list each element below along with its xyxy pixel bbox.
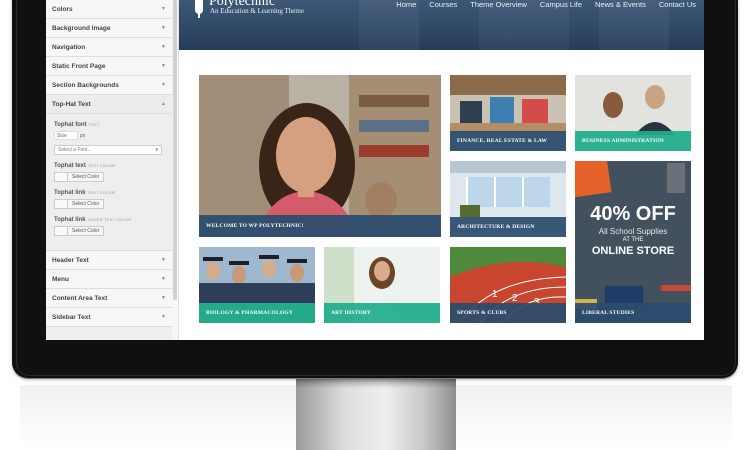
welcome-photo <box>199 75 441 237</box>
section-label: Header Text <box>52 256 89 264</box>
tile-liberal-studies[interactable]: 40% OFF All School Supplies AT THE ONLIN… <box>575 161 691 323</box>
tophat-text-color-picker[interactable]: Select Color <box>54 172 164 182</box>
font-select[interactable]: Select a Font... ▾ <box>54 145 162 155</box>
nav-item-courses[interactable]: Courses <box>429 0 457 9</box>
nav-item-contact-us[interactable]: Contact Us <box>659 0 696 9</box>
promo-line2: All School Supplies <box>598 227 668 236</box>
section-label: Static Front Page <box>52 62 106 70</box>
chevron-up-icon: ▲ <box>161 101 166 107</box>
nav-item-campus-life[interactable]: Campus Life <box>540 0 582 9</box>
section-static-front-page[interactable]: Static Front Page ▼ <box>46 57 172 76</box>
chevron-down-icon: ▼ <box>161 25 166 31</box>
site-tagline: An Education & Learning Theme <box>210 7 304 15</box>
panel-scrollbar[interactable] <box>172 0 179 340</box>
option-title: Tophat link <box>54 217 86 223</box>
main-nav: Home Courses Theme Overview Campus Life … <box>383 0 696 9</box>
section-navigation[interactable]: Navigation ▼ <box>46 38 172 57</box>
promo-line4: ONLINE STORE <box>591 245 675 257</box>
section-colors[interactable]: Colors ▼ <box>46 0 172 19</box>
stand-shadow <box>296 378 456 388</box>
logo-icon-stem <box>198 12 200 18</box>
select-color-button[interactable]: Select Color <box>67 172 105 182</box>
color-swatch[interactable] <box>54 226 67 236</box>
option-tag: TEXT COLOR <box>87 163 116 168</box>
tophat-link-color-picker[interactable]: Select Color <box>54 199 164 209</box>
unit-label: px <box>80 132 86 139</box>
tile-caption: BUSINESS ADMINISTRATION <box>575 131 691 151</box>
monitor-stand <box>296 378 456 450</box>
scrollbar-thumb[interactable] <box>173 0 177 300</box>
top-hat-options: Tophat font TEXT Size px Select a Font...… <box>46 114 172 251</box>
tile-caption: LIBERAL STUDIES <box>575 303 691 323</box>
tile-caption: WELCOME TO WP POLYTECHNIC! <box>199 215 441 237</box>
tile-sports[interactable]: 1 2 3 SPORTS & CLUBS <box>450 247 566 323</box>
option-title: Tophat font <box>54 122 87 128</box>
promo-discount: 40% OFF <box>590 203 676 225</box>
section-label: Content Area Text <box>52 294 108 302</box>
section-label: Navigation <box>52 43 86 51</box>
svg-text:1: 1 <box>492 289 498 300</box>
site-preview: Polytechnic An Education & Learning Them… <box>179 0 704 340</box>
chevron-down-icon: ▼ <box>161 257 166 263</box>
tile-welcome[interactable]: WELCOME TO WP POLYTECHNIC! <box>199 75 441 237</box>
monitor-screen: Colors ▼ Background Image ▼ Navigation ▼ St… <box>46 0 704 340</box>
tile-art-history[interactable]: ART HISTORY <box>324 247 440 323</box>
option-tag: TEXT COLOR <box>87 190 116 195</box>
tile-caption: ARCHITECTURE & DESIGN <box>450 217 566 237</box>
chevron-down-icon: ▼ <box>161 295 166 301</box>
section-label: Menu <box>52 275 69 283</box>
nav-item-home[interactable]: Home <box>396 0 416 9</box>
section-label: Section Backgrounds <box>52 81 119 89</box>
section-label: Colors <box>52 5 73 13</box>
tophat-text-color-label: Tophat text TEXT COLOR <box>54 163 164 169</box>
option-title: Tophat text <box>54 163 86 169</box>
chevron-down-icon: ▼ <box>161 63 166 69</box>
tile-business[interactable]: BUSINESS ADMINISTRATION <box>575 75 691 151</box>
tophat-link-hover-color-label: Tophat link HOVER TEXT COLOR <box>54 217 164 223</box>
chevron-down-icon: ▼ <box>161 6 166 12</box>
chevron-down-icon: ▼ <box>161 314 166 320</box>
tile-caption: ART HISTORY <box>324 303 440 323</box>
chevron-down-icon: ▼ <box>161 276 166 282</box>
nav-item-theme-overview[interactable]: Theme Overview <box>470 0 527 9</box>
tile-biology[interactable]: BIOLOGY & PHARMACOLOGY <box>199 247 315 323</box>
tile-finance[interactable]: FINANCE, REAL ESTATE & LAW <box>450 75 566 151</box>
section-sidebar-text[interactable]: Sidebar Text ▼ <box>46 308 172 327</box>
section-label: Background Image <box>52 24 111 32</box>
section-label: Sidebar Text <box>52 313 91 321</box>
select-color-button[interactable]: Select Color <box>67 226 105 236</box>
font-size-input[interactable]: Size <box>54 131 78 140</box>
section-section-backgrounds[interactable]: Section Backgrounds ▼ <box>46 76 172 95</box>
color-swatch[interactable] <box>54 199 67 209</box>
customizer-panel: Colors ▼ Background Image ▼ Navigation ▼ St… <box>46 0 173 340</box>
option-tag: HOVER TEXT COLOR <box>87 217 132 222</box>
section-top-hat-text[interactable]: Top-Hat Text ▲ <box>46 95 172 114</box>
section-background-image[interactable]: Background Image ▼ <box>46 19 172 38</box>
option-tag: TEXT <box>88 122 100 127</box>
promo-line3: AT THE <box>622 237 644 243</box>
section-header-text[interactable]: Header Text ▼ <box>46 251 172 270</box>
section-menu[interactable]: Menu ▼ <box>46 270 172 289</box>
tophat-font-label: Tophat font TEXT <box>54 122 164 128</box>
section-content-area-text[interactable]: Content Area Text ▼ <box>46 289 172 308</box>
select-color-button[interactable]: Select Color <box>67 199 105 209</box>
tile-caption: FINANCE, REAL ESTATE & LAW <box>450 131 566 151</box>
select-value: Select a Font... <box>58 147 92 153</box>
tile-architecture[interactable]: ARCHITECTURE & DESIGN <box>450 161 566 237</box>
color-swatch[interactable] <box>54 172 67 182</box>
tophat-link-color-label: Tophat link TEXT COLOR <box>54 190 164 196</box>
tile-caption: BIOLOGY & PHARMACOLOGY <box>199 303 315 323</box>
option-title: Tophat link <box>54 190 86 196</box>
chevron-down-icon: ▼ <box>161 82 166 88</box>
chevron-down-icon: ▾ <box>155 147 158 153</box>
tophat-link-hover-color-picker[interactable]: Select Color <box>54 226 164 236</box>
nav-item-news-events[interactable]: News & Events <box>595 0 646 9</box>
section-label: Top-Hat Text <box>52 100 91 108</box>
site-header: Polytechnic An Education & Learning Them… <box>179 0 704 50</box>
chevron-down-icon: ▼ <box>161 44 166 50</box>
tile-caption: SPORTS & CLUBS <box>450 303 566 323</box>
